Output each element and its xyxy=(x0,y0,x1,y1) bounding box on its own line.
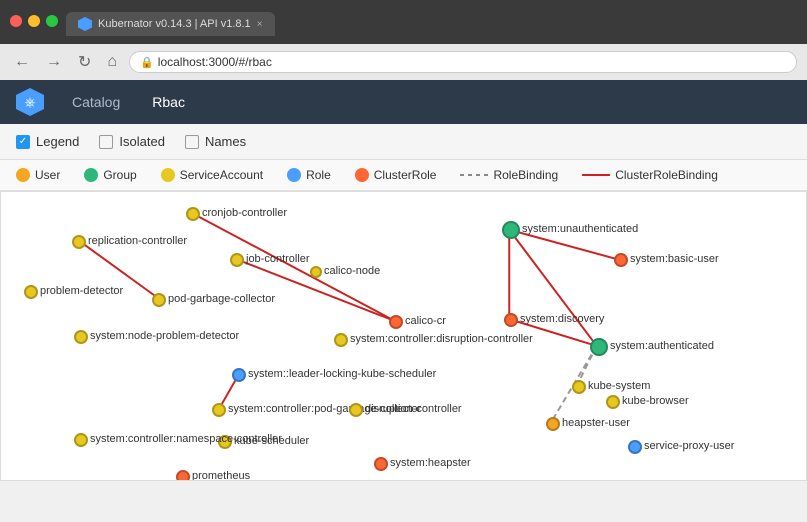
group-dot xyxy=(84,168,98,182)
legend-checkbox[interactable]: ✓ xyxy=(16,135,30,149)
legend-group: Group xyxy=(84,168,136,182)
user-dot xyxy=(16,168,30,182)
clusterrole-dot xyxy=(355,168,369,182)
nav-links: Catalog Rbac xyxy=(64,90,193,114)
names-label: Names xyxy=(205,134,246,149)
logo-icon: ⎈ xyxy=(16,88,44,116)
graph-node[interactable] xyxy=(152,293,166,307)
graph-node[interactable] xyxy=(504,313,518,327)
legend-label: Legend xyxy=(36,134,79,149)
address-bar[interactable]: 🔒 localhost:3000/#/rbac xyxy=(129,51,797,73)
legend-serviceaccount: ServiceAccount xyxy=(161,168,263,182)
tab-favicon xyxy=(78,17,92,31)
graph-node[interactable] xyxy=(614,253,628,267)
isolated-label: Isolated xyxy=(119,134,165,149)
app-logo: ⎈ xyxy=(16,88,44,116)
legend-role: Role xyxy=(287,168,331,182)
graph-node[interactable] xyxy=(628,440,642,454)
legend-clusterrole: ClusterRole xyxy=(355,168,437,182)
graph-node[interactable] xyxy=(349,403,363,417)
home-button[interactable]: ⌂ xyxy=(103,51,121,73)
tab-title: Kubernator v0.14.3 | API v1.8.1 xyxy=(98,18,251,30)
graph-node[interactable] xyxy=(389,315,403,329)
browser-chrome: Kubernator v0.14.3 | API v1.8.1 × xyxy=(0,0,807,44)
browser-toolbar: ← → ↻ ⌂ 🔒 localhost:3000/#/rbac xyxy=(0,44,807,80)
graph-area: cronjob-controllerreplication-controller… xyxy=(0,191,807,481)
rolebinding-line xyxy=(460,174,488,176)
isolated-checkbox[interactable] xyxy=(99,135,113,149)
serviceaccount-legend-label: ServiceAccount xyxy=(180,168,263,182)
names-checkbox-group: Names xyxy=(185,134,246,149)
graph-node[interactable] xyxy=(212,403,226,417)
clusterrolebinding-legend-label: ClusterRoleBinding xyxy=(615,168,718,182)
graph-node[interactable] xyxy=(334,333,348,347)
graph-node[interactable] xyxy=(606,395,620,409)
legend-bar: User Group ServiceAccount Role ClusterRo… xyxy=(0,160,807,191)
graph-node[interactable] xyxy=(176,470,190,481)
isolated-checkbox-group: Isolated xyxy=(99,134,165,149)
controls-bar: ✓ Legend Isolated Names xyxy=(0,124,807,160)
legend-rolebinding: RoleBinding xyxy=(460,168,558,182)
graph-node[interactable] xyxy=(374,457,388,471)
names-checkbox[interactable] xyxy=(185,135,199,149)
graph-node[interactable] xyxy=(74,433,88,447)
legend-clusterrolebinding: ClusterRoleBinding xyxy=(582,168,718,182)
legend-user: User xyxy=(16,168,60,182)
graph-node[interactable] xyxy=(310,266,322,278)
minimize-button[interactable] xyxy=(28,15,40,27)
address-text: localhost:3000/#/rbac xyxy=(158,55,272,69)
graph-node[interactable] xyxy=(186,207,200,221)
graph-node[interactable] xyxy=(546,417,560,431)
maximize-button[interactable] xyxy=(46,15,58,27)
back-button[interactable]: ← xyxy=(10,51,34,73)
group-legend-label: Group xyxy=(103,168,136,182)
app-navbar: ⎈ Catalog Rbac xyxy=(0,80,807,124)
rolebinding-legend-label: RoleBinding xyxy=(493,168,558,182)
tab-close-icon[interactable]: × xyxy=(257,19,263,30)
graph-node[interactable] xyxy=(218,435,232,449)
serviceaccount-dot xyxy=(161,168,175,182)
secure-icon: 🔒 xyxy=(140,56,154,69)
clusterrolebinding-line xyxy=(582,174,610,176)
graph-node[interactable] xyxy=(74,330,88,344)
graph-node[interactable] xyxy=(232,368,246,382)
user-legend-label: User xyxy=(35,168,60,182)
browser-tab[interactable]: Kubernator v0.14.3 | API v1.8.1 × xyxy=(66,12,275,36)
nav-catalog[interactable]: Catalog xyxy=(64,90,128,114)
graph-node[interactable] xyxy=(590,338,608,356)
traffic-lights xyxy=(10,15,58,27)
graph-node[interactable] xyxy=(502,221,520,239)
forward-button[interactable]: → xyxy=(42,51,66,73)
graph-node[interactable] xyxy=(572,380,586,394)
role-dot xyxy=(287,168,301,182)
legend-checkbox-group: ✓ Legend xyxy=(16,134,79,149)
close-button[interactable] xyxy=(10,15,22,27)
graph-node[interactable] xyxy=(24,285,38,299)
clusterrole-legend-label: ClusterRole xyxy=(374,168,437,182)
role-legend-label: Role xyxy=(306,168,331,182)
reload-button[interactable]: ↻ xyxy=(74,50,95,74)
graph-node[interactable] xyxy=(230,253,244,267)
graph-svg xyxy=(1,192,806,480)
nav-rbac[interactable]: Rbac xyxy=(144,90,193,114)
graph-node[interactable] xyxy=(72,235,86,249)
